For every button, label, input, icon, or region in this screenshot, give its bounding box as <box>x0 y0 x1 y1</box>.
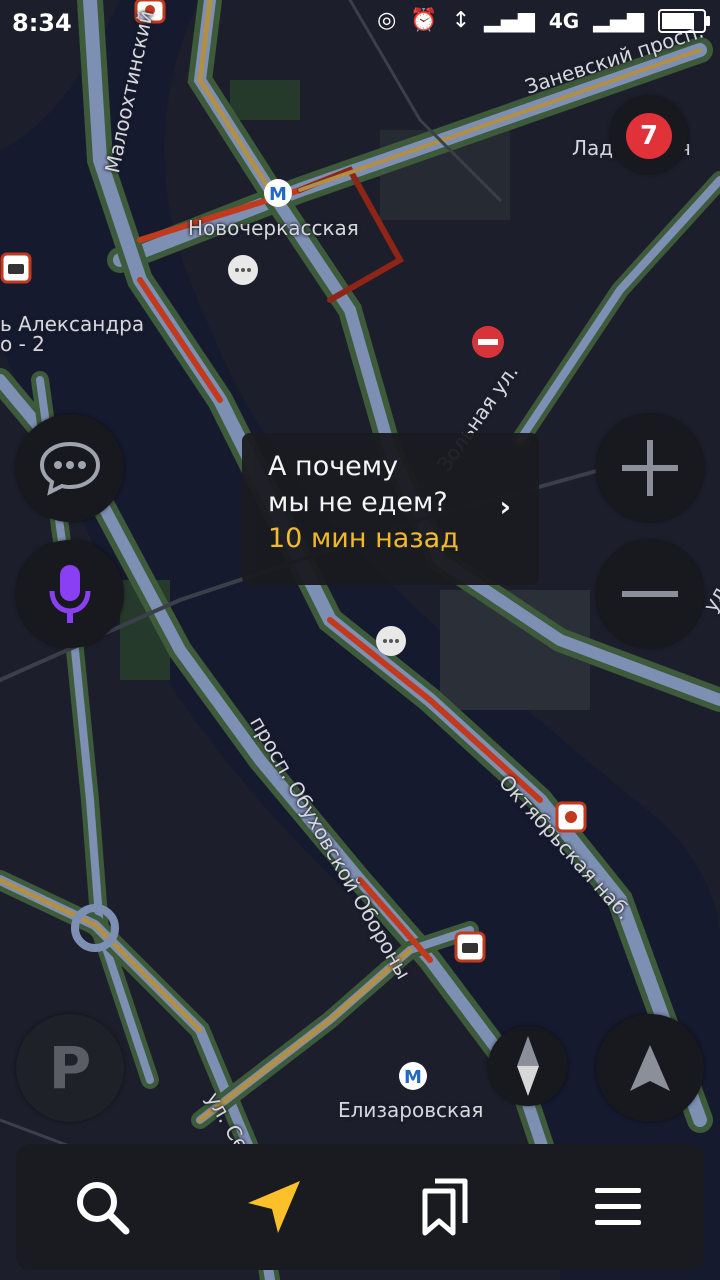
bubble-time-ago: 10 мин назад <box>268 523 459 554</box>
notification-badge[interactable]: 7 <box>626 113 672 159</box>
my-location-button[interactable] <box>596 1014 704 1122</box>
navigation-arrow-icon <box>630 1045 670 1091</box>
accident-marker <box>0 252 32 284</box>
parking-button[interactable]: P <box>16 1014 124 1122</box>
voice-button[interactable] <box>16 540 124 648</box>
chat-icon <box>39 441 101 496</box>
label-aleksandra-2: о - 2 <box>0 332 45 356</box>
signal-icon-2: ▂▄▆ <box>593 8 644 33</box>
park <box>230 80 300 120</box>
minus-icon <box>622 591 678 597</box>
battery-icon <box>658 8 710 33</box>
hotspot-icon: ◎ <box>377 8 397 33</box>
zoom-out-button[interactable] <box>596 540 704 648</box>
accident-marker <box>454 931 486 963</box>
status-icons: ◎ ⏰ ↕ ▂▄▆ 4G ▂▄▆ <box>377 8 710 33</box>
compass-icon <box>517 1036 539 1096</box>
plus-icon <box>622 440 678 496</box>
status-bar: 8:34 ◎ ⏰ ↕ ▂▄▆ 4G ▂▄▆ <box>0 0 720 48</box>
search-icon <box>77 1182 130 1235</box>
svg-text:М: М <box>269 184 287 205</box>
signal-icon: ▂▄▆ <box>484 8 535 33</box>
chat-marker <box>376 626 406 656</box>
chat-button[interactable] <box>16 414 124 522</box>
menu-icon <box>595 1188 641 1225</box>
vibrate-icon: ↕ <box>451 8 471 33</box>
label-novocherkasskaya: Новочеркасская <box>188 216 359 240</box>
chevron-right-icon: › <box>499 490 511 523</box>
bubble-message-line1: А почему <box>268 451 399 482</box>
microphone-icon <box>49 565 91 623</box>
menu-button[interactable] <box>568 1157 668 1257</box>
metro-elizarovskaya: М <box>399 1062 427 1090</box>
zoom-in-button[interactable] <box>596 414 704 522</box>
route-button[interactable] <box>224 1157 324 1257</box>
status-time: 8:34 <box>12 9 72 37</box>
search-button[interactable] <box>52 1157 152 1257</box>
network-type: 4G <box>548 8 580 33</box>
bottom-navigation-bar <box>16 1144 704 1270</box>
metro-novocherkasskaya: М <box>264 179 292 207</box>
parking-icon: P <box>48 1034 92 1102</box>
no-entry-sign <box>472 326 504 358</box>
chat-marker <box>228 255 258 285</box>
bookmarks-button[interactable] <box>396 1157 496 1257</box>
road-event-bubble[interactable]: А почему мы не едем? 10 мин назад › <box>242 433 539 585</box>
alarm-icon: ⏰ <box>410 8 438 33</box>
label-elizarovskaya: Елизаровская <box>338 1098 484 1122</box>
bubble-message-line2: мы не едем? <box>268 487 448 518</box>
compass-button[interactable] <box>488 1026 568 1106</box>
route-arrow-icon <box>248 1181 300 1233</box>
bookmarks-icon <box>422 1178 468 1236</box>
svg-text:М: М <box>404 1067 422 1088</box>
